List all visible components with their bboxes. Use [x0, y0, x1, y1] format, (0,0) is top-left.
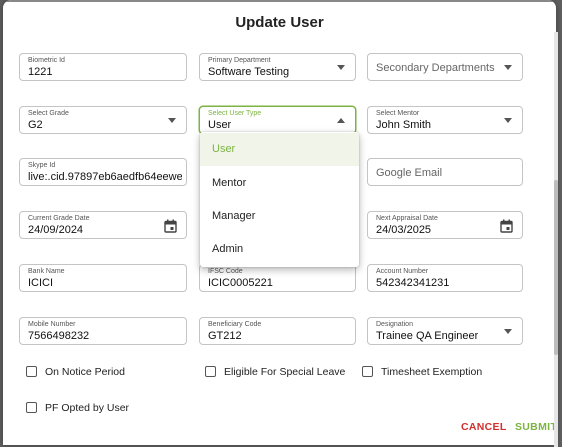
- next-appraisal-date-label: Next Appraisal Date: [376, 215, 438, 222]
- skype-id-field[interactable]: Skype Id live:.cid.97897eb6aedfb64eewerr: [19, 158, 187, 186]
- caret-down-icon: [504, 65, 512, 70]
- on-notice-period-label: On Notice Period: [45, 366, 125, 378]
- caret-down-icon: [504, 329, 512, 334]
- select-user-type-value: User: [208, 119, 232, 131]
- ifsc-code-field[interactable]: IFSC Code ICIC0005221: [199, 264, 356, 292]
- caret-up-icon: [337, 118, 345, 123]
- current-grade-date-field[interactable]: Current Grade Date 24/09/2024: [19, 211, 187, 239]
- eligible-special-leave-label: Eligible For Special Leave: [224, 366, 346, 378]
- primary-department-select[interactable]: Primary Department Software Testing: [199, 53, 356, 81]
- select-user-type-label: Select User Type: [208, 110, 262, 117]
- beneficiary-code-field[interactable]: Beneficiary Code GT212: [199, 317, 356, 345]
- cancel-button[interactable]: CANCEL: [461, 421, 507, 433]
- calendar-icon[interactable]: [500, 219, 513, 238]
- account-number-value: 542342341231: [376, 277, 450, 289]
- mobile-number-field[interactable]: Mobile Number 7566498232: [19, 317, 187, 345]
- calendar-icon[interactable]: [164, 219, 177, 238]
- bank-name-field[interactable]: Bank Name ICICI: [19, 264, 187, 292]
- designation-value: Trainee QA Engineer: [376, 330, 479, 342]
- select-grade-label: Select Grade: [28, 110, 69, 117]
- biometric-id-value: 1221: [28, 66, 53, 78]
- ifsc-code-value: ICIC0005221: [208, 277, 273, 289]
- pf-opted-label: PF Opted by User: [45, 402, 130, 414]
- select-user-type-select[interactable]: Select User Type User: [199, 106, 356, 134]
- timesheet-exemption-label: Timesheet Exemption: [381, 366, 483, 378]
- checkbox-box[interactable]: [26, 402, 37, 413]
- user-type-option-mentor[interactable]: Mentor: [200, 167, 359, 200]
- mobile-number-label: Mobile Number: [28, 321, 76, 328]
- caret-down-icon: [168, 118, 176, 123]
- account-number-label: Account Number: [376, 268, 429, 275]
- next-appraisal-date-field[interactable]: Next Appraisal Date 24/03/2025: [367, 211, 523, 239]
- checkbox-box[interactable]: [26, 366, 37, 377]
- dialog-top-edge: [3, 0, 556, 2]
- current-grade-date-label: Current Grade Date: [28, 215, 90, 222]
- submit-button[interactable]: SUBMIT: [515, 421, 556, 433]
- select-mentor-value: John Smith: [376, 119, 432, 131]
- secondary-departments-placeholder: Secondary Departments: [376, 62, 495, 74]
- select-mentor-label: Select Mentor: [376, 110, 420, 117]
- user-type-option-manager[interactable]: Manager: [200, 200, 359, 233]
- bank-name-value: ICICI: [28, 277, 54, 289]
- user-type-option-admin[interactable]: Admin: [200, 233, 359, 266]
- google-email-field[interactable]: Google Email: [367, 158, 523, 186]
- bank-name-label: Bank Name: [28, 268, 65, 275]
- skype-id-label: Skype Id: [28, 162, 56, 169]
- skype-id-value: live:.cid.97897eb6aedfb64eewerr: [28, 171, 182, 183]
- select-grade-select[interactable]: Select Grade G2: [19, 106, 187, 134]
- mobile-number-value: 7566498232: [28, 330, 90, 342]
- select-mentor-select[interactable]: Select Mentor John Smith: [367, 106, 523, 134]
- designation-select[interactable]: Designation Trainee QA Engineer: [367, 317, 523, 345]
- biometric-id-label: Biometric Id: [28, 57, 65, 64]
- user-type-menu: User Mentor Manager Admin: [200, 132, 359, 267]
- beneficiary-code-label: Beneficiary Code: [208, 321, 262, 328]
- secondary-departments-select[interactable]: Secondary Departments: [367, 53, 523, 81]
- next-appraisal-date-value: 24/03/2025: [376, 224, 432, 236]
- update-user-dialog: Update User Biometric Id 1221 Primary De…: [3, 0, 556, 445]
- dialog-title: Update User: [235, 14, 324, 31]
- user-type-option-user[interactable]: User: [200, 133, 359, 166]
- caret-down-icon: [504, 118, 512, 123]
- ifsc-code-label: IFSC Code: [208, 268, 243, 275]
- checkbox-box[interactable]: [362, 366, 373, 377]
- google-email-placeholder: Google Email: [376, 167, 443, 179]
- primary-department-value: Software Testing: [208, 66, 290, 78]
- designation-label: Designation: [376, 321, 413, 328]
- current-grade-date-value: 24/09/2024: [28, 224, 84, 236]
- account-number-field[interactable]: Account Number 542342341231: [367, 264, 523, 292]
- caret-down-icon: [337, 65, 345, 70]
- beneficiary-code-value: GT212: [208, 330, 242, 342]
- scrollbar-thumb[interactable]: [554, 180, 558, 355]
- primary-department-label: Primary Department: [208, 57, 271, 64]
- biometric-id-field[interactable]: Biometric Id 1221: [19, 53, 187, 81]
- checkbox-box[interactable]: [205, 366, 216, 377]
- select-grade-value: G2: [28, 119, 43, 131]
